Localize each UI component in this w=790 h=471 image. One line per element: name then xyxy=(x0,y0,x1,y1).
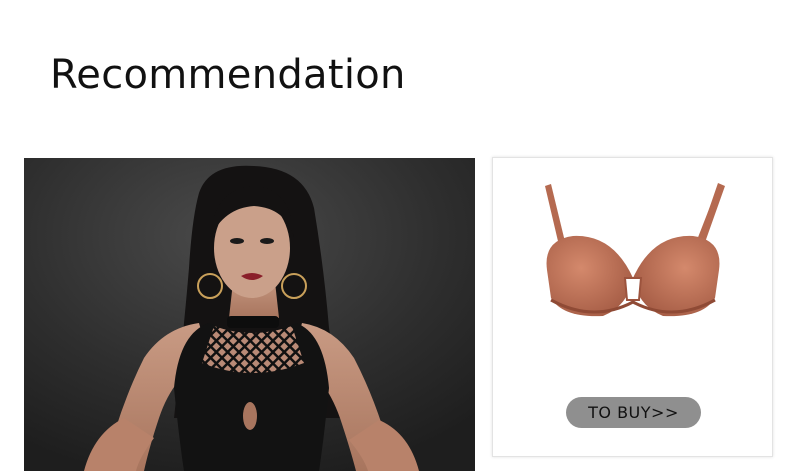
model-illustration xyxy=(24,158,475,471)
model-photo[interactable] xyxy=(24,158,475,471)
section-title: Recommendation xyxy=(50,52,406,98)
product-card[interactable]: TO BUY>> xyxy=(492,157,773,457)
to-buy-button[interactable]: TO BUY>> xyxy=(566,397,701,428)
bra-product-image xyxy=(545,183,725,317)
